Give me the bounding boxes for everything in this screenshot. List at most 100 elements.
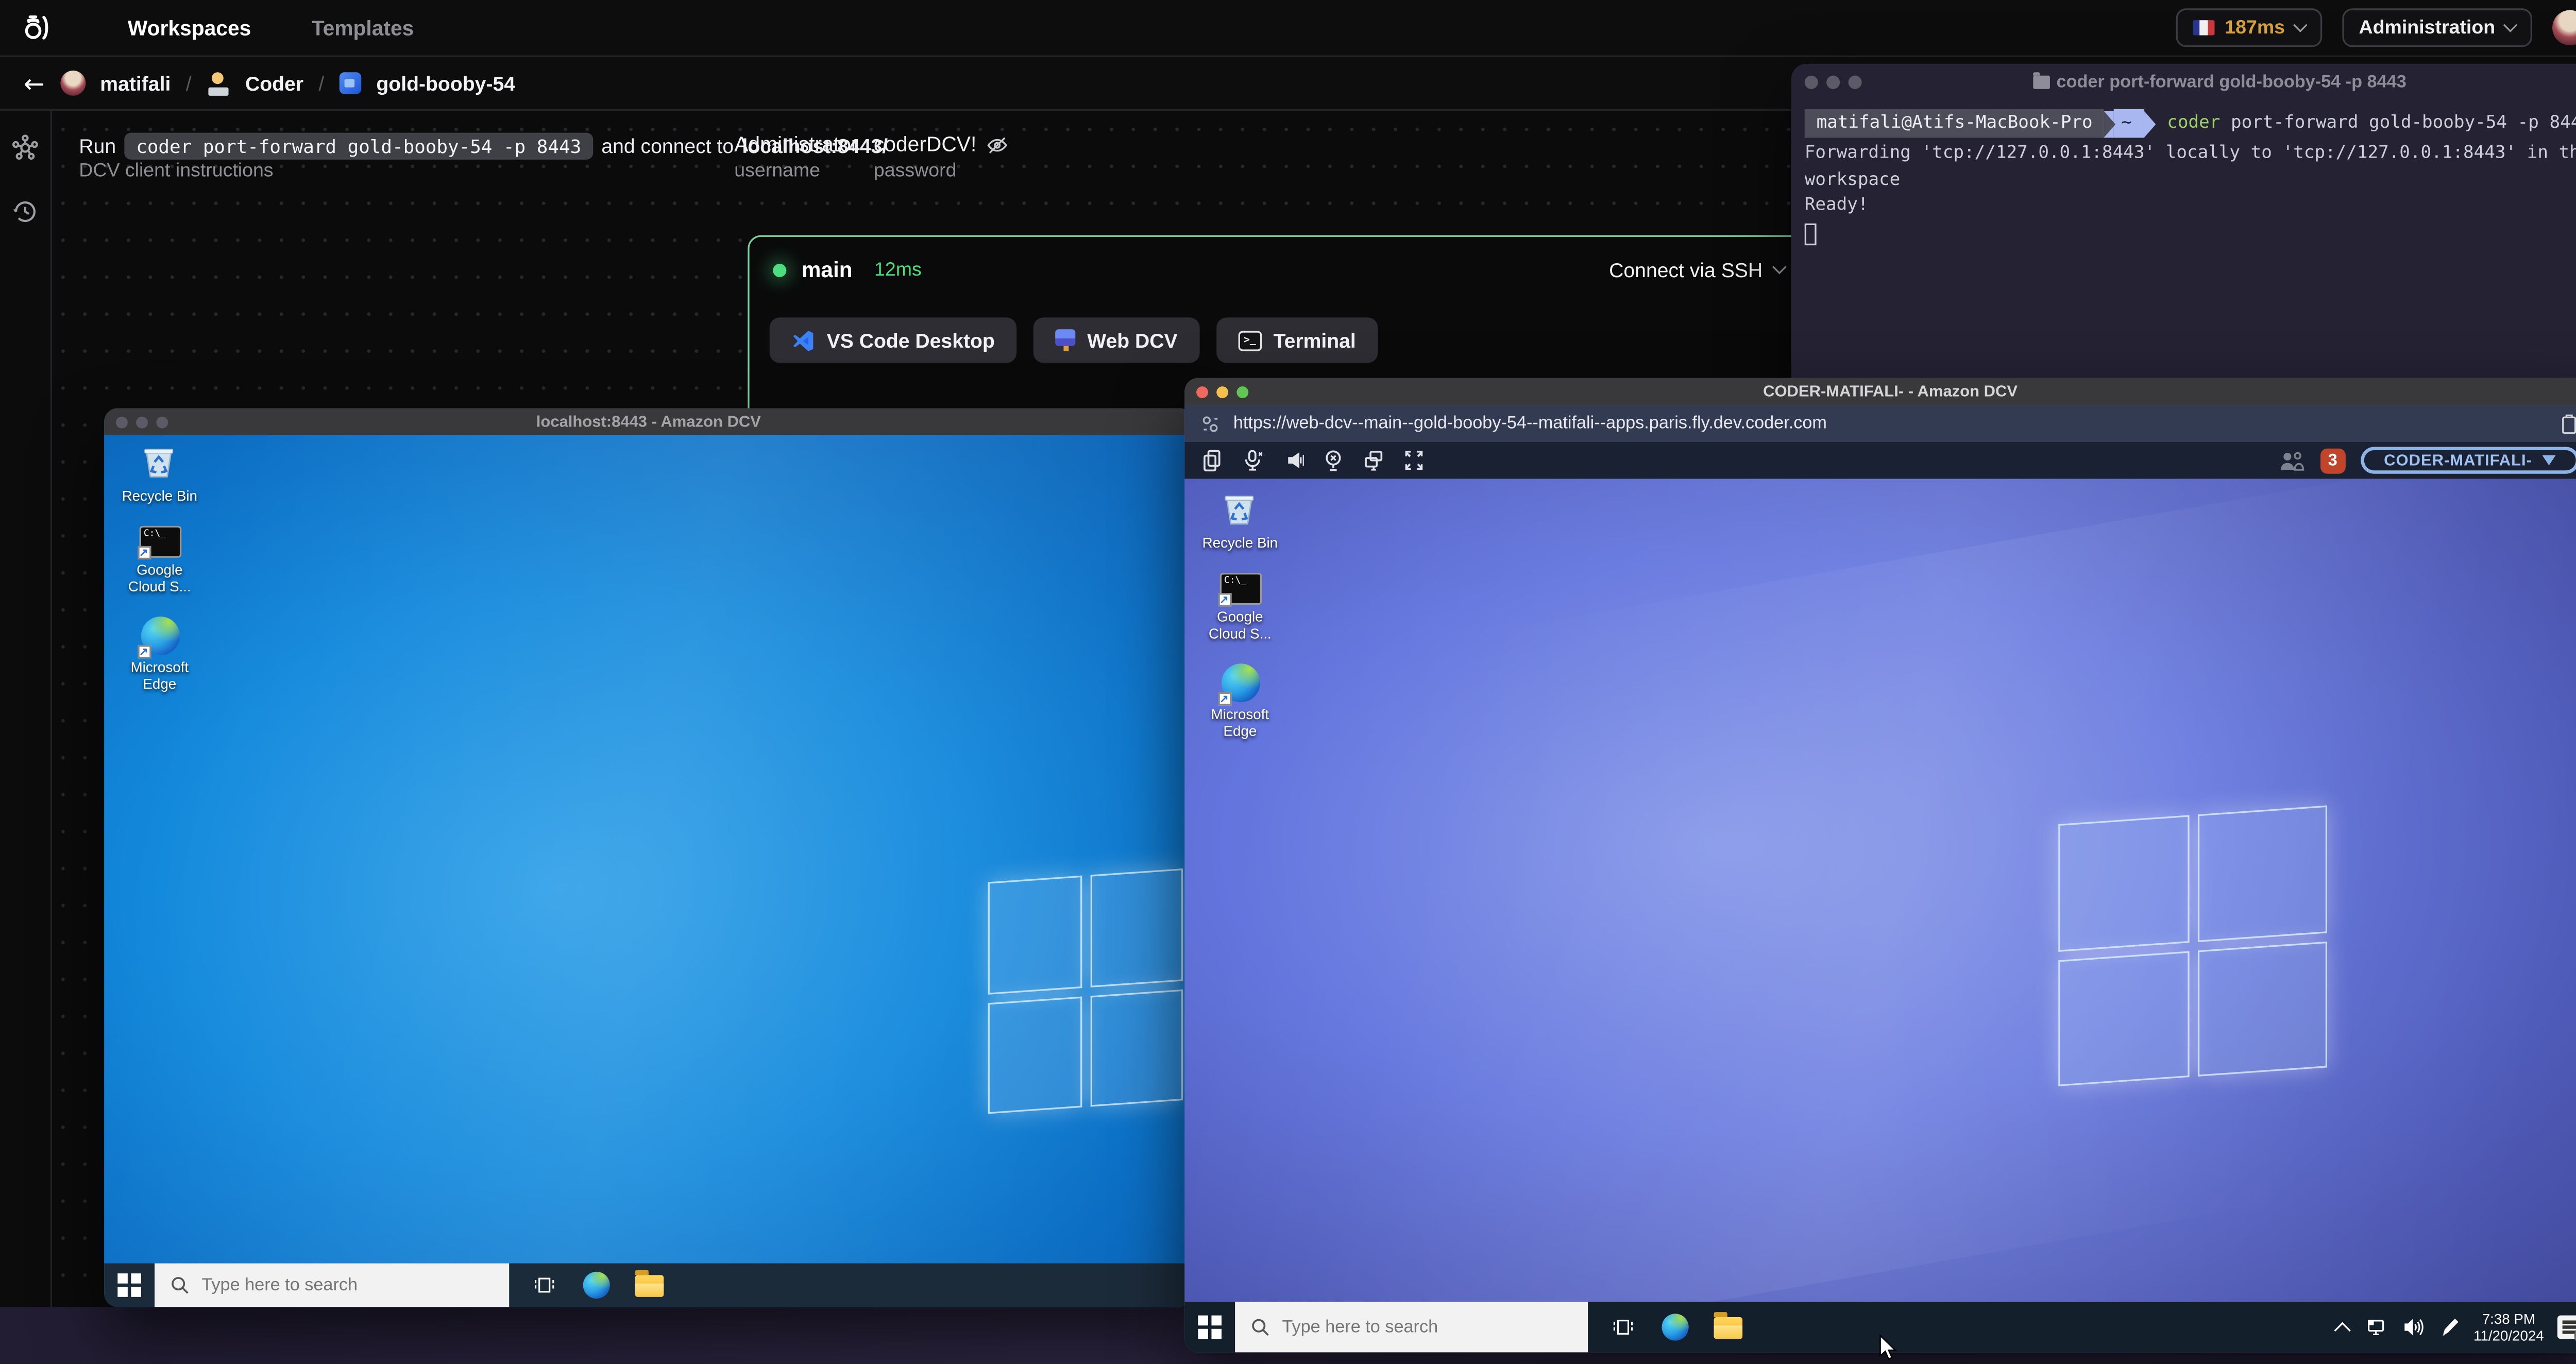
windows-logo [2058, 805, 2328, 1086]
agent-name: main [801, 257, 853, 282]
network-icon[interactable] [2364, 1317, 2388, 1337]
agent-status-dot [773, 263, 787, 277]
terminal-button[interactable]: >_ Terminal [1216, 317, 1378, 363]
port-forward-command[interactable]: coder port-forward gold-booby-54 -p 8443 [124, 132, 594, 160]
site-info-icon[interactable] [1201, 414, 1220, 433]
agent-latency: 12ms [874, 259, 922, 280]
system-tray: 7:38 PM 11/20/2024 1 [2334, 1302, 2576, 1353]
speaker-icon[interactable] [1282, 449, 1304, 472]
desktop-icons: Recycle Bin ↗ Google Cloud S... ↗ Micros… [111, 442, 208, 692]
start-button[interactable] [1184, 1302, 1235, 1353]
password-label: password [873, 161, 957, 182]
mouse-cursor [1879, 1334, 1897, 1360]
terminal-output[interactable]: matifali@Atifs-MacBook-Pro ~ coder port-… [1791, 99, 2576, 253]
clock-date: 11/20/2024 [2473, 1327, 2544, 1344]
vscode-desktop-label: VS Code Desktop [826, 328, 995, 352]
dcv-client-instructions-link[interactable]: DCV client instructions [79, 161, 273, 181]
vscode-desktop-button[interactable]: VS Code Desktop [769, 317, 1017, 363]
microsoft-edge-icon[interactable]: ↗ Microsoft Edge [126, 616, 193, 692]
edge-taskbar-icon[interactable] [1662, 1314, 1689, 1341]
dcv-right-titlebar[interactable]: CODER-MATIFALI- - Amazon DCV [1184, 378, 2576, 405]
session-dropdown[interactable]: CODER-MATIFALI- [2360, 447, 2576, 474]
edge-taskbar-icon[interactable] [583, 1271, 610, 1299]
dcv-window-coder-matifali: CODER-MATIFALI- - Amazon DCV https://web… [1184, 378, 2576, 1353]
recycle-bin-icon[interactable]: Recycle Bin [1202, 489, 1278, 551]
webcam-muted-icon[interactable] [1323, 449, 1344, 472]
terminal-titlebar[interactable]: coder port-forward gold-booby-54 -p 8443 [1791, 64, 2576, 99]
password-credential: coderDCV! password [873, 132, 1008, 182]
back-button[interactable]: ← [24, 68, 45, 98]
action-center-icon[interactable]: 1 [2557, 1315, 2576, 1346]
breadcrumb-template[interactable]: Coder [245, 72, 303, 95]
windows-logo [988, 868, 1183, 1114]
connect-via-ssh-dropdown[interactable]: Connect via SSH [1609, 258, 1787, 281]
instructions-middle: and connect to [601, 134, 734, 158]
eye-off-icon[interactable] [987, 133, 1008, 155]
instructions-prefix: Run [79, 134, 116, 158]
desktop-icon-label: Recycle Bin [122, 487, 198, 504]
latency-value: 187ms [2225, 18, 2285, 38]
taskbar-search[interactable] [1235, 1302, 1588, 1353]
web-dcv-button[interactable]: Web DCV [1033, 317, 1200, 363]
search-input[interactable] [201, 1275, 454, 1295]
search-icon [172, 1277, 189, 1294]
username-credential: Administrator username [734, 133, 858, 182]
dcv-left-titlebar[interactable]: localhost:8443 - Amazon DCV [104, 408, 1193, 435]
resources-topology-icon[interactable] [12, 134, 39, 161]
navbar-right: 187ms Administration [2176, 8, 2576, 47]
tray-expand-icon[interactable] [2334, 1321, 2351, 1338]
clock-time: 7:38 PM [2482, 1309, 2535, 1326]
breadcrumb-user[interactable]: matifali [100, 72, 171, 95]
latency-dropdown[interactable]: 187ms [2176, 8, 2322, 47]
breadcrumb-workspace[interactable]: gold-booby-54 [376, 72, 515, 95]
chevron-down-icon [2293, 18, 2308, 32]
command-name: coder [2167, 112, 2221, 132]
file-explorer-icon[interactable] [1714, 1311, 1743, 1338]
terminal-output-line: Ready! [1804, 195, 1869, 215]
session-name: CODER-MATIFALI- [2384, 451, 2532, 470]
display-settings-icon[interactable] [1363, 449, 1384, 472]
microsoft-edge-icon[interactable]: ↗ Microsoft Edge [1207, 663, 1274, 739]
clipboard-icon[interactable] [1201, 449, 1223, 472]
chevron-down-icon [2503, 18, 2518, 32]
fullscreen-icon[interactable] [1403, 449, 1425, 472]
username-label: username [734, 161, 821, 182]
terminal-output-line: Forwarding 'tcp://127.0.0.1:8443' locall… [1804, 143, 2576, 189]
chevron-down-icon [1772, 260, 1787, 275]
desktop-icon-label: Microsoft Edge [130, 658, 189, 692]
desktop-icons: Recycle Bin ↗ Google Cloud S... ↗ Micros… [1191, 489, 1289, 739]
copy-url-icon[interactable] [2559, 413, 2576, 434]
desktop-icon-label: Microsoft Edge [1211, 705, 1269, 740]
search-input[interactable] [1282, 1317, 1534, 1338]
nav-tabs: Workspaces Templates [128, 16, 414, 40]
windows-wallpaper [104, 435, 1193, 1307]
volume-icon[interactable] [2401, 1317, 2425, 1337]
url-text[interactable]: https://web-dcv--main--gold-booby-54--ma… [1233, 413, 1827, 433]
tab-templates[interactable]: Templates [312, 16, 414, 40]
file-explorer-icon[interactable] [635, 1269, 664, 1297]
coder-logo-icon[interactable] [17, 9, 54, 46]
start-button[interactable] [104, 1264, 155, 1307]
administration-dropdown[interactable]: Administration [2342, 8, 2532, 47]
administration-label: Administration [2359, 18, 2496, 38]
tab-workspaces[interactable]: Workspaces [128, 16, 251, 40]
google-cloud-sdk-icon[interactable]: ↗ Google Cloud S... [1203, 573, 1277, 642]
build-history-icon[interactable] [12, 198, 39, 225]
taskbar-clock[interactable]: 7:38 PM 11/20/2024 [2473, 1309, 2544, 1344]
taskbar-search[interactable] [155, 1263, 510, 1307]
folder-icon [2032, 71, 2050, 89]
google-cloud-sdk-icon[interactable]: ↗ Google Cloud S... [123, 525, 197, 595]
agent-app-buttons: VS Code Desktop Web DCV >_ Terminal [769, 317, 1378, 363]
windows-taskbar [104, 1263, 1193, 1307]
pen-icon[interactable] [2438, 1316, 2460, 1338]
toolbar-right: 3 CODER-MATIFALI- [2278, 447, 2576, 474]
connection-count-badge[interactable]: 3 [2320, 448, 2346, 473]
task-view-icon[interactable] [533, 1273, 556, 1297]
task-view-icon[interactable] [1612, 1316, 1635, 1339]
recycle-bin-icon[interactable]: Recycle Bin [122, 442, 197, 504]
dcv-window-localhost: localhost:8443 - Amazon DCV Recycle Bin … [104, 408, 1193, 1307]
user-avatar[interactable] [2552, 10, 2576, 46]
collaborators-icon[interactable] [2278, 449, 2305, 471]
microphone-muted-icon[interactable] [1242, 449, 1263, 472]
password-value: coderDCV! [873, 132, 977, 157]
